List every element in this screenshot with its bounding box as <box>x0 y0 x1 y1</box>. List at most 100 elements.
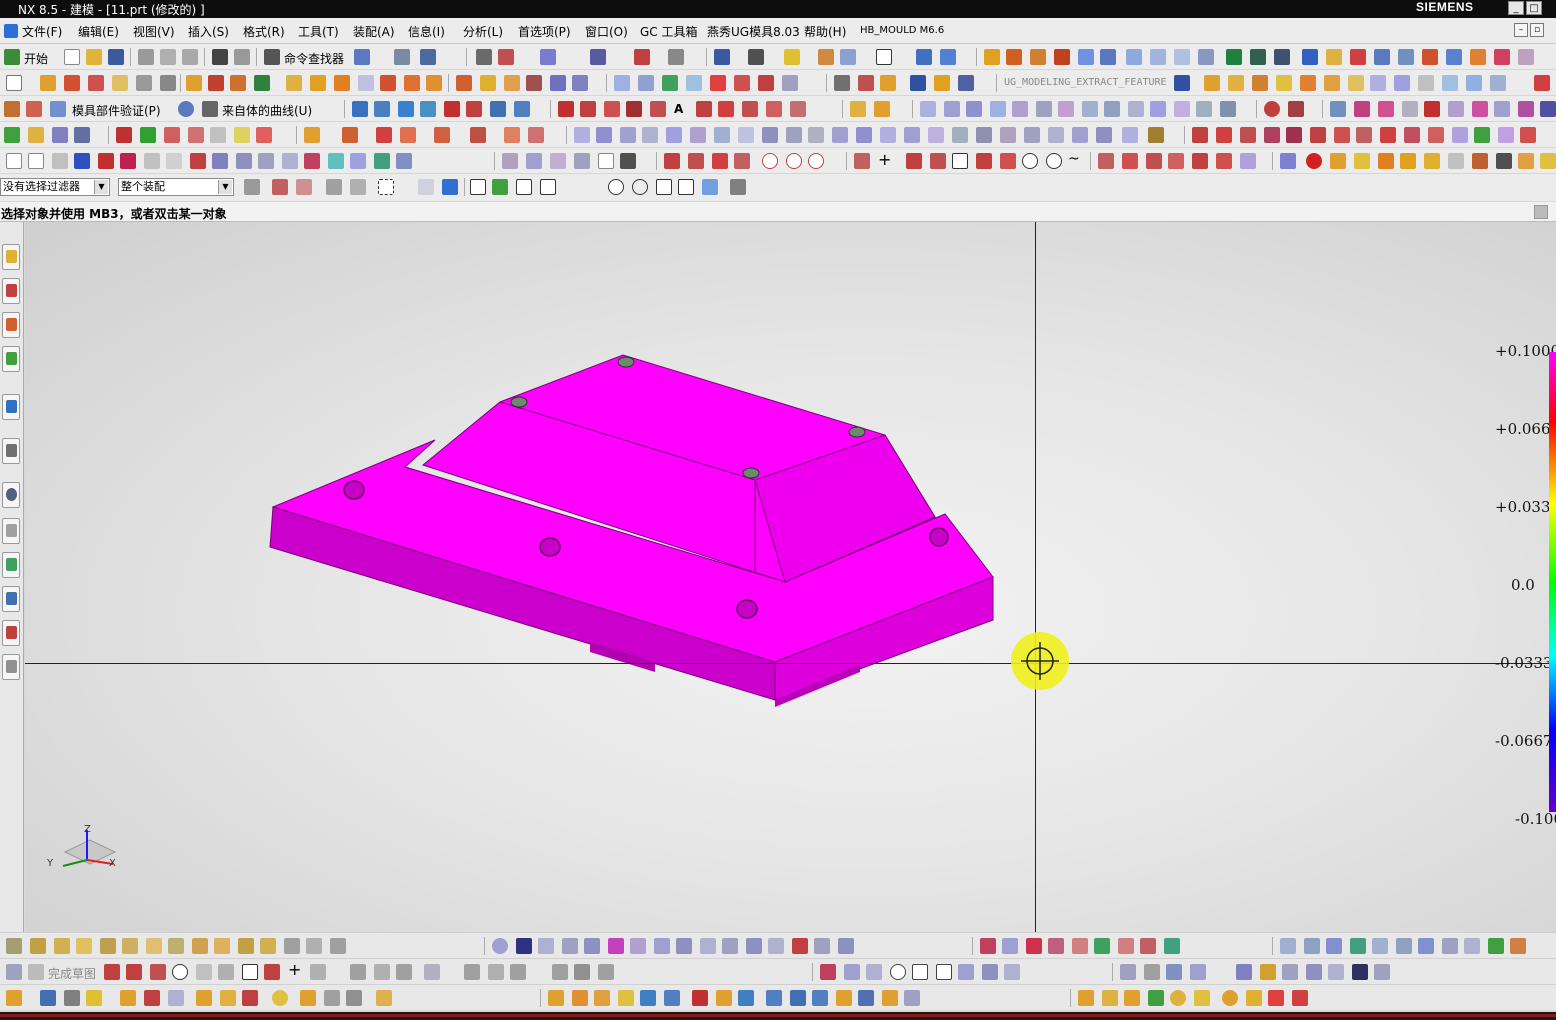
view-box-icon-14[interactable] <box>304 153 320 169</box>
view-box-icon-7[interactable] <box>144 153 160 169</box>
profile-icon[interactable] <box>104 964 120 980</box>
surface-tool-icon-6[interactable] <box>1216 153 1232 169</box>
standard-part-icon-15[interactable] <box>904 127 920 143</box>
constraint-icon-15[interactable] <box>330 938 346 954</box>
feature-icon-2[interactable] <box>858 75 874 91</box>
standard-part-icon-24[interactable] <box>1122 127 1138 143</box>
electrode-icon-1[interactable] <box>304 127 320 143</box>
constraint-icon-2[interactable] <box>30 938 46 954</box>
bottom-tool-icon-9[interactable] <box>220 990 236 1006</box>
mold-base-icon-5[interactable] <box>1012 101 1028 117</box>
yanxiu-icon-8[interactable] <box>716 990 732 1006</box>
shape-icon-2[interactable] <box>844 964 860 980</box>
standard-part-icon-18[interactable] <box>976 127 992 143</box>
doc-icon-1[interactable] <box>1330 101 1346 117</box>
roles-tab[interactable] <box>2 552 20 578</box>
selection-icon-6[interactable] <box>442 179 458 195</box>
mold-icon-11[interactable] <box>1442 75 1458 91</box>
sketch-tool-icon-4[interactable] <box>574 153 590 169</box>
rectangle-select-icon[interactable] <box>378 179 394 195</box>
bottom-extend-icon[interactable] <box>374 964 390 980</box>
display-icon-9[interactable] <box>700 938 716 954</box>
helix-icon[interactable] <box>626 101 642 117</box>
electrode-icon-8[interactable] <box>528 127 544 143</box>
mold-analysis-icon[interactable] <box>26 101 42 117</box>
snap-point-icon-4[interactable] <box>540 179 556 195</box>
yanxiu-icon-6[interactable] <box>664 990 680 1006</box>
constraint-icon-8[interactable] <box>168 938 184 954</box>
menu-preferences[interactable]: 首选项(P) <box>518 23 571 40</box>
plane-icon-6[interactable] <box>466 101 482 117</box>
analysis-tool-icon-3[interactable] <box>1354 153 1370 169</box>
menu-view[interactable]: 视图(V) <box>133 23 175 40</box>
component-icon-1[interactable] <box>850 101 866 117</box>
render-tool-icon-7[interactable] <box>1118 938 1134 954</box>
surface-tool-icon-5[interactable] <box>1192 153 1208 169</box>
bottom-arc-icon[interactable] <box>150 964 166 980</box>
standard-part-icon-14[interactable] <box>880 127 896 143</box>
analysis-tool-icon-2[interactable] <box>1330 153 1346 169</box>
snap-point-icon-3[interactable] <box>516 179 532 195</box>
standard-part-icon-22[interactable] <box>1072 127 1088 143</box>
minimize-button[interactable]: _ <box>1508 1 1524 15</box>
yanxiu-icon-9[interactable] <box>738 990 754 1006</box>
mold-base-icon-1[interactable] <box>920 101 936 117</box>
bottom-dim-icon-3[interactable] <box>510 964 526 980</box>
part-navigator-tab[interactable] <box>2 312 20 338</box>
sketch-tool-icon-6[interactable] <box>620 153 636 169</box>
display-icon-14[interactable] <box>814 938 830 954</box>
cad-icon[interactable] <box>516 938 532 954</box>
spline-icon[interactable] <box>604 101 620 117</box>
selection-icon-4[interactable] <box>350 179 366 195</box>
bottom-mirror-icon[interactable] <box>424 964 440 980</box>
view-box-icon-16[interactable] <box>350 153 366 169</box>
mold-std-icon-9[interactable] <box>1328 964 1344 980</box>
bottom-tool-icon-12[interactable] <box>300 990 316 1006</box>
analysis-tool-icon-1[interactable] <box>1280 153 1296 169</box>
tool-icon-6[interactable] <box>164 127 180 143</box>
view-box-icon-2[interactable] <box>28 153 44 169</box>
history-tab[interactable] <box>2 438 20 464</box>
redo-icon[interactable] <box>234 49 250 65</box>
mold-validation-button[interactable]: 模具部件验证(P) <box>72 102 161 119</box>
doc-icon-8[interactable] <box>1494 101 1510 117</box>
bottom-tool-icon-6[interactable] <box>144 990 160 1006</box>
yanxiu-icon-5[interactable] <box>640 990 656 1006</box>
mold-plate-model[interactable] <box>25 222 1556 932</box>
tool-icon-10[interactable] <box>256 127 272 143</box>
display-icon-7[interactable] <box>654 938 670 954</box>
constraint-icon-12[interactable] <box>260 938 276 954</box>
standard-part-icon-20[interactable] <box>1024 127 1040 143</box>
mold-base-icon-3[interactable] <box>966 101 982 117</box>
menu-assembly[interactable]: 装配(A) <box>353 23 395 40</box>
electrode-icon-2[interactable] <box>342 127 358 143</box>
render-tool-icon-3[interactable] <box>1026 938 1042 954</box>
selection-icon-3[interactable] <box>326 179 342 195</box>
mold-icon-8[interactable] <box>1370 75 1386 91</box>
curve-tool-icon-1[interactable] <box>906 153 922 169</box>
standard-part-icon-1[interactable] <box>574 127 590 143</box>
part-icon-6[interactable] <box>1100 49 1116 65</box>
doc-icon-7[interactable] <box>1472 101 1488 117</box>
view-box-icon-13[interactable] <box>282 153 298 169</box>
mold-icon-9[interactable] <box>1394 75 1410 91</box>
pin-icon-3[interactable] <box>1326 938 1342 954</box>
paste-icon[interactable] <box>182 49 198 65</box>
menu-gc-toolkit[interactable]: GC 工具箱 <box>640 23 698 40</box>
draw-icon-12[interactable] <box>1452 127 1468 143</box>
analysis-tool-icon-10[interactable] <box>1518 153 1534 169</box>
curve-icon-4[interactable] <box>686 75 702 91</box>
standard-part-icon-10[interactable] <box>786 127 802 143</box>
surface-icon-1[interactable] <box>1126 49 1142 65</box>
cut-icon[interactable] <box>138 49 154 65</box>
doc-icon-4[interactable] <box>1402 101 1418 117</box>
view-box-icon-18[interactable] <box>396 153 412 169</box>
draw-icon-14[interactable] <box>1498 127 1514 143</box>
pin-icon-8[interactable] <box>1442 938 1458 954</box>
block-icon-7[interactable] <box>1446 49 1462 65</box>
snap-point-icon-10[interactable] <box>678 179 694 195</box>
sketch-circle-icon-1[interactable] <box>762 153 778 169</box>
display-icon-12[interactable] <box>768 938 784 954</box>
draw-icon-1[interactable] <box>1192 127 1208 143</box>
bottom-dim-icon-2[interactable] <box>488 964 504 980</box>
